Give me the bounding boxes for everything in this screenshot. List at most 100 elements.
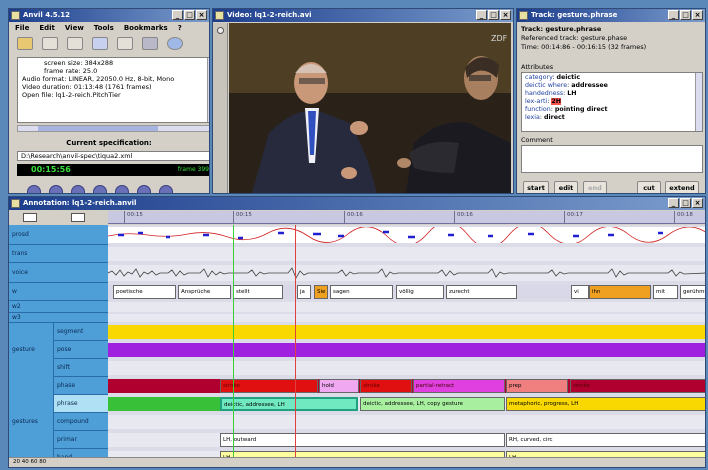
skip-end-icon[interactable] <box>159 185 173 193</box>
phase-segment[interactable]: stroke <box>220 379 318 393</box>
attribute-row[interactable]: handedness: LH <box>525 90 699 98</box>
play-icon[interactable] <box>93 185 107 193</box>
tier-label-w2[interactable]: w2 <box>9 301 108 313</box>
comment-field[interactable] <box>521 145 703 173</box>
vertical-scrollbar[interactable] <box>695 73 702 131</box>
tier-label-trans[interactable]: trans <box>9 245 108 263</box>
attribute-row[interactable]: lexia: direct <box>525 114 699 122</box>
print-icon[interactable] <box>117 37 133 50</box>
word-segment[interactable]: sagen <box>330 285 393 299</box>
close-button[interactable]: × <box>692 10 703 20</box>
menu-help[interactable]: ? <box>178 22 182 34</box>
word-segment[interactable]: gerühmt <box>680 285 705 299</box>
minimize-button[interactable]: _ <box>172 10 183 20</box>
tier-label-segment[interactable]: segment <box>54 323 108 341</box>
minimize-button[interactable]: _ <box>476 10 487 20</box>
edit-button[interactable]: edit <box>554 181 578 193</box>
close-button[interactable]: × <box>692 198 703 208</box>
main-window-titlebar[interactable]: Anvil 4.5.12 _ □ × <box>9 9 209 22</box>
word-segment[interactable]: vi <box>571 285 589 299</box>
extend-button[interactable]: extend <box>665 181 699 193</box>
phrase-segment[interactable]: deictic, addressee, LH <box>220 397 358 411</box>
tier-label-compound[interactable]: compound <box>54 413 108 431</box>
maximize-button[interactable]: □ <box>680 198 691 208</box>
attribute-row[interactable]: lex-arti: 2H <box>525 98 699 106</box>
pose-lane[interactable] <box>108 343 705 357</box>
new-document-icon[interactable] <box>67 37 83 50</box>
video-window-titlebar[interactable]: Video: lq1-2-reich.avi _ □ × <box>213 9 513 22</box>
menu-file[interactable]: File <box>15 22 29 34</box>
skip-start-icon[interactable] <box>27 185 41 193</box>
trans-lane[interactable] <box>108 247 705 261</box>
save-icon[interactable] <box>42 37 58 50</box>
tier-label-voice[interactable]: voice <box>9 263 108 283</box>
phase-lane[interactable]: stroke hold stroke partial-retract prep … <box>108 379 705 393</box>
search-icon[interactable] <box>142 37 158 50</box>
globe-icon[interactable] <box>167 37 183 50</box>
fast-forward-icon[interactable] <box>137 185 151 193</box>
maximize-button[interactable]: □ <box>680 10 691 20</box>
end-button[interactable]: end <box>583 181 607 193</box>
vertical-scrollbar[interactable] <box>207 58 209 122</box>
annotation-window-titlebar[interactable]: Annotation: lq1-2-reich.anvil _ □ × <box>9 197 705 210</box>
tier-label-prosd[interactable]: prosd <box>9 225 108 245</box>
word-segment[interactable]: zurecht <box>446 285 517 299</box>
menu-edit[interactable]: Edit <box>39 22 55 34</box>
phrase-lane[interactable]: deictic, addressee, LH deictic, addresse… <box>108 397 705 411</box>
phase-segment[interactable]: partial-retract <box>413 379 505 393</box>
word-segment[interactable]: ihn <box>589 285 651 299</box>
video-side-slider[interactable] <box>213 23 228 193</box>
rewind-icon[interactable] <box>49 185 63 193</box>
primar-segment[interactable]: LH, outward <box>220 433 505 447</box>
close-button[interactable]: × <box>196 10 207 20</box>
word-segment[interactable]: Ansprüche <box>178 285 231 299</box>
phrase-segment-blank[interactable] <box>108 397 220 411</box>
close-button[interactable]: × <box>500 10 511 20</box>
word-segment[interactable]: poetische <box>113 285 176 299</box>
compound-lane[interactable] <box>108 415 705 429</box>
word-lane[interactable]: poetische Ansprüche stellt ja Sie sagen … <box>108 285 705 299</box>
maximize-button[interactable]: □ <box>488 10 499 20</box>
phase-segment[interactable]: prep <box>506 379 568 393</box>
attribute-row[interactable]: deictic where: addressee <box>525 82 699 90</box>
collapse-icon[interactable] <box>71 213 85 222</box>
tier-label-w3[interactable]: w3 <box>9 313 108 323</box>
tier-label-shift[interactable]: shift <box>54 359 108 377</box>
w2-lane[interactable] <box>108 302 705 312</box>
word-segment[interactable]: ja <box>297 285 311 299</box>
menu-tools[interactable]: Tools <box>94 22 114 34</box>
scroll-thumb[interactable] <box>38 126 158 131</box>
step-back-icon[interactable] <box>71 185 85 193</box>
time-ruler[interactable]: 00:15 00:15 00:16 00:16 00:17 00:18 <box>108 211 705 224</box>
word-segment[interactable]: stellt <box>233 285 283 299</box>
word-segment[interactable]: Sie <box>314 285 328 299</box>
menu-bookmarks[interactable]: Bookmarks <box>124 22 168 34</box>
tier-label-pose[interactable]: pose <box>54 341 108 359</box>
tier-label-phase[interactable]: phase <box>54 377 108 395</box>
selection-cursor[interactable] <box>233 225 234 457</box>
primar-segment[interactable]: RH, curved, circ <box>506 433 705 447</box>
open-folder-icon[interactable] <box>17 37 33 50</box>
cut-button[interactable]: cut <box>637 181 661 193</box>
expand-icon[interactable] <box>23 213 37 222</box>
phase-segment[interactable]: hold <box>319 379 359 393</box>
word-segment[interactable]: völlig <box>396 285 444 299</box>
playback-cursor[interactable] <box>295 225 296 457</box>
settings-icon[interactable] <box>92 37 108 50</box>
track-window-titlebar[interactable]: Track: gesture.phrase _ □ × <box>517 9 705 22</box>
shift-lane[interactable] <box>108 361 705 375</box>
waveform-lane[interactable] <box>107 265 705 281</box>
minimize-button[interactable]: _ <box>668 10 679 20</box>
tier-label-phrase[interactable]: phrase <box>54 395 108 413</box>
word-segment[interactable]: mit <box>653 285 678 299</box>
phase-segment[interactable]: stroke <box>570 379 705 393</box>
w3-lane[interactable] <box>108 314 705 322</box>
phrase-segment[interactable]: metaphoric, progress, LH <box>506 397 705 411</box>
maximize-button[interactable]: □ <box>184 10 195 20</box>
start-button[interactable]: start <box>523 181 549 193</box>
step-forward-icon[interactable] <box>115 185 129 193</box>
pitch-lane[interactable] <box>107 221 705 249</box>
slider-knob[interactable] <box>217 27 224 34</box>
primar-lane[interactable]: LH, outward RH, curved, circ <box>108 433 705 447</box>
tier-label-primar[interactable]: primar <box>54 431 108 449</box>
